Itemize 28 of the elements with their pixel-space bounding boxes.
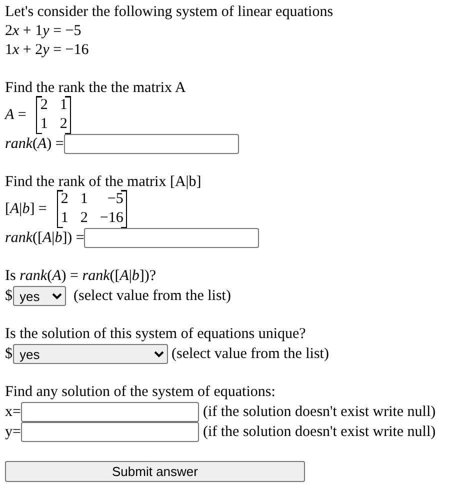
answer-field[interactable] (20, 422, 199, 442)
question-text: Is rank(A) = rank([A|b])? (5, 267, 158, 286)
answer-dropdown[interactable]: yes (12, 344, 168, 364)
dollar-sign: $ (5, 344, 12, 364)
dollar-sign: $ (5, 286, 12, 306)
equation: 2x + 1y = −5 (5, 22, 82, 41)
answer-label: rank(A) = (5, 134, 64, 154)
answer-field[interactable] (84, 228, 260, 248)
matrix: 2 1 1 2 (36, 96, 72, 134)
matrix-label: A = (5, 106, 26, 124)
hint-text: (select value from the list) (172, 344, 329, 364)
answer-label: rank([A|b]) = (5, 228, 84, 248)
question-text: Find the rank the the matrix A (5, 79, 187, 98)
answer-field[interactable] (20, 402, 199, 422)
hint-text: (if the solution doesn't exist write null) (202, 422, 436, 442)
question-text: Find any solution of the system of equations: (5, 383, 276, 402)
matrix-label: [A|b] = (5, 200, 47, 218)
answer-field[interactable] (64, 134, 239, 154)
intro-text: Let's consider the following system of linear equations (5, 3, 334, 22)
equation: 1x + 2y = −16 (5, 41, 90, 60)
hint-text: (if the solution doesn't exist write null) (202, 402, 436, 422)
question-text: Find the rank of the matrix [A|b] (5, 173, 202, 192)
field-label: y= (5, 422, 21, 442)
hint-text: (select value from the list) (74, 286, 231, 306)
answer-dropdown[interactable]: yes (12, 286, 66, 306)
question-text: Is the solution of this system of equations unique? (5, 325, 307, 344)
field-label: x= (5, 402, 21, 422)
submit-button[interactable]: Submit answer (5, 461, 305, 482)
